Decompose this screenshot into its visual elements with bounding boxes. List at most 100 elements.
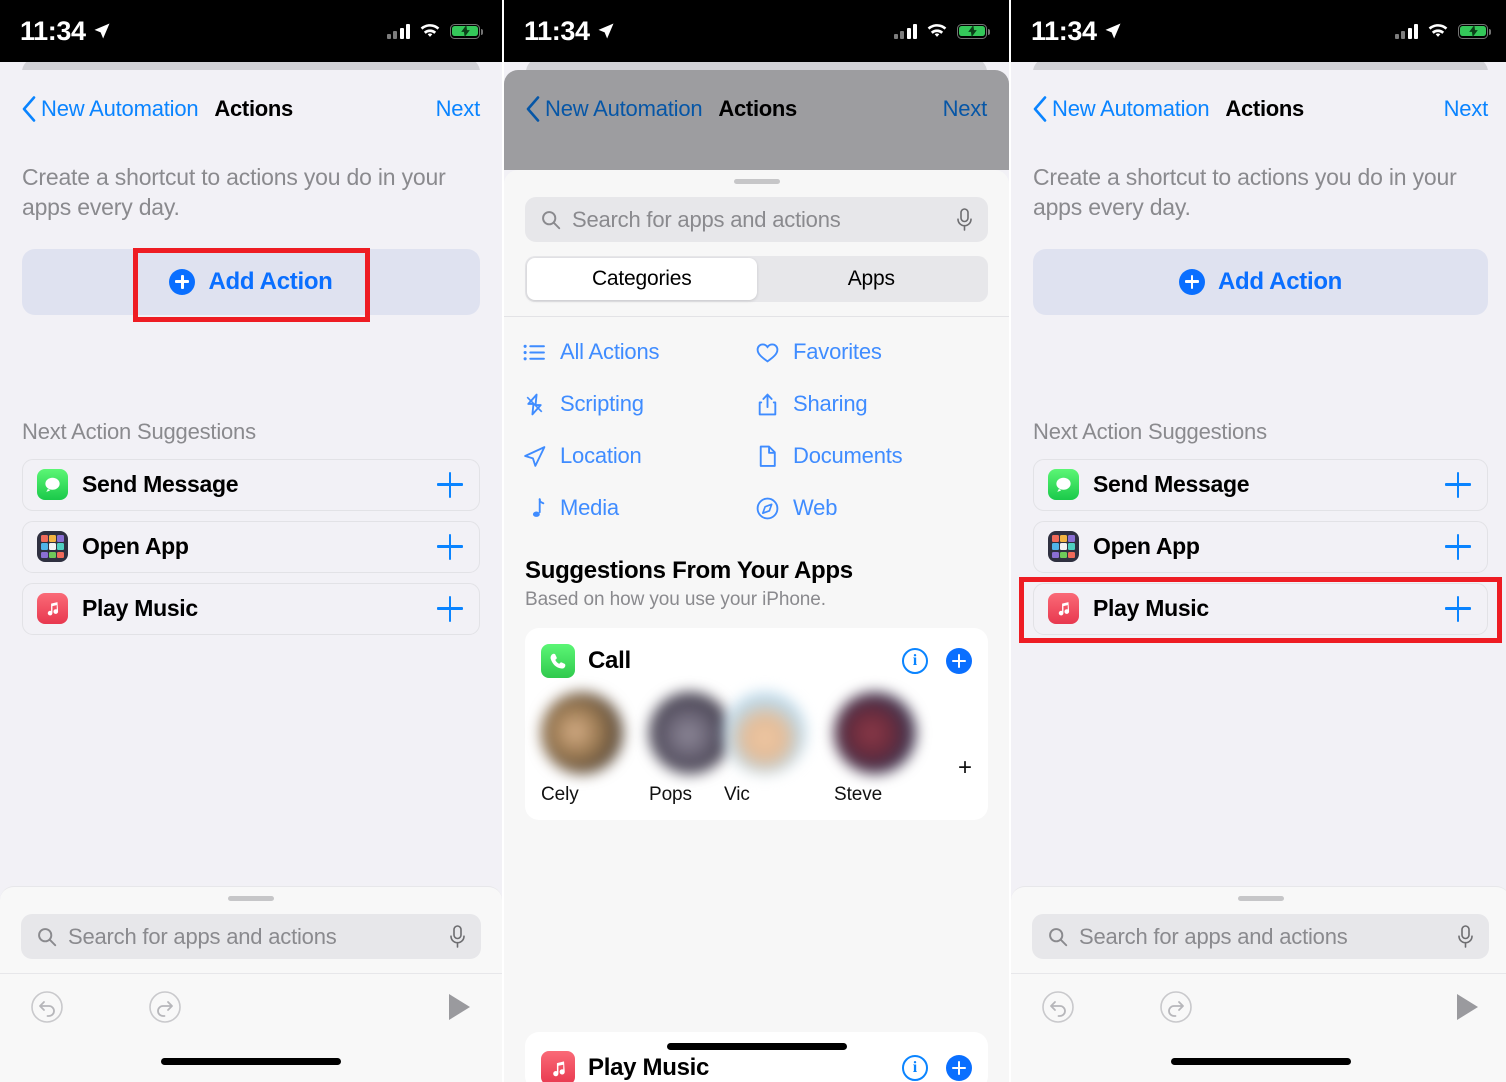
contact-name: Steve (834, 784, 883, 805)
category-media[interactable]: Media (522, 495, 755, 521)
contact-name: Pops (649, 784, 692, 805)
phone-screen-2: 11:34 New Automation Actions Next Search… (504, 0, 1009, 1082)
wifi-icon (927, 24, 947, 37)
next-button[interactable]: Next (436, 96, 481, 122)
status-bar-right (386, 23, 484, 39)
category-scripting[interactable]: Scripting (522, 391, 755, 417)
intro-text: Create a shortcut to actions you do in y… (22, 164, 446, 221)
list-item-label: Open App (1093, 533, 1200, 560)
panel1-body: Create a shortcut to actions you do in y… (0, 162, 502, 635)
tab-apps[interactable]: Apps (757, 258, 987, 300)
avatar (541, 692, 623, 774)
add-action-card-button[interactable] (946, 1055, 972, 1081)
cellular-signal-icon (1394, 23, 1418, 39)
nav-bar: New Automation Actions Next (1011, 70, 1506, 148)
contact-item[interactable]: Steve (834, 692, 916, 806)
add-action-button[interactable]: Add Action (1033, 248, 1488, 315)
add-action-label: Add Action (1217, 267, 1343, 295)
screenshot-series: 11:34 New Automation Actions Next Create… (0, 0, 1506, 1082)
play-icon[interactable] (1454, 992, 1480, 1022)
play-icon[interactable] (446, 992, 472, 1022)
category-favorites[interactable]: Favorites (755, 339, 988, 365)
category-label: Documents (793, 443, 903, 468)
category-sharing[interactable]: Sharing (755, 391, 988, 417)
redo-icon[interactable] (1159, 990, 1193, 1024)
add-suggestion-button[interactable] (437, 471, 463, 498)
microphone-icon[interactable] (1457, 924, 1474, 949)
tab-categories[interactable]: Categories (527, 258, 757, 300)
search-icon (38, 928, 57, 947)
action-picker-sheet: Search for apps and actions Categories A… (504, 170, 1009, 1082)
category-web[interactable]: Web (755, 495, 988, 521)
back-button[interactable]: New Automation (22, 96, 199, 122)
list-item[interactable]: Send Message (1033, 458, 1488, 511)
messages-app-icon (1048, 469, 1079, 501)
sheet-grabber[interactable] (228, 896, 274, 901)
add-action-button[interactable]: Add Action (22, 248, 480, 315)
category-label: Favorites (793, 339, 882, 364)
list-item[interactable]: Open App (22, 520, 480, 573)
add-suggestion-button[interactable] (437, 595, 463, 622)
status-time: 11:34 (1031, 15, 1097, 46)
category-documents[interactable]: Documents (755, 443, 988, 469)
sheet-grabber[interactable] (733, 179, 780, 184)
list-item[interactable]: Play Music (1033, 582, 1488, 635)
home-indicator (1170, 1058, 1351, 1065)
actions-sheet: New Automation Actions Next Create a sho… (0, 70, 502, 1082)
back-button[interactable]: New Automation (1033, 96, 1210, 122)
next-button[interactable]: Next (943, 96, 988, 122)
undo-icon[interactable] (30, 990, 64, 1024)
contact-item[interactable]: Cely (541, 692, 649, 806)
music-app-icon (37, 593, 68, 625)
list-item-label: Play Music (82, 595, 198, 622)
contact-item[interactable]: Vic (724, 692, 834, 806)
search-icon (542, 211, 561, 230)
add-suggestion-button[interactable] (1445, 595, 1471, 622)
list-item[interactable]: Play Music (22, 582, 480, 635)
microphone-icon[interactable] (449, 924, 466, 949)
wifi-icon (1428, 24, 1448, 37)
app-card-header: Call i (541, 644, 972, 678)
list-item-label: Send Message (82, 471, 239, 498)
list-item[interactable]: Send Message (22, 458, 480, 511)
add-action-card-button[interactable] (946, 648, 972, 674)
category-all-actions[interactable]: All Actions (522, 339, 755, 365)
next-button[interactable]: Next (1444, 96, 1489, 122)
category-location[interactable]: Location (522, 443, 755, 469)
add-suggestion-button[interactable] (1445, 471, 1471, 498)
search-input[interactable]: Search for apps and actions (525, 197, 988, 242)
peek-app-card[interactable]: Play Music i (525, 1032, 988, 1082)
add-suggestion-button[interactable] (1445, 533, 1471, 560)
avatar (724, 692, 806, 774)
sheet-grabber[interactable] (1237, 896, 1284, 901)
redo-icon[interactable] (148, 990, 182, 1024)
music-app-icon (1048, 593, 1079, 625)
bottom-search-sheet: Search for apps and actions (1011, 886, 1506, 1082)
scripting-icon (526, 393, 543, 415)
panel3-body: Create a shortcut to actions you do in y… (1011, 162, 1506, 635)
add-suggestion-button[interactable] (437, 533, 463, 560)
location-arrow-icon (1105, 23, 1121, 39)
editor-toolbar (0, 974, 502, 1040)
status-bar-left: 11:34 (1031, 15, 1122, 46)
more-contacts-button[interactable]: + (958, 754, 972, 782)
list-item[interactable]: Open App (1033, 520, 1488, 573)
search-input[interactable]: Search for apps and actions (1032, 914, 1489, 959)
intro-text: Create a shortcut to actions you do in y… (1033, 164, 1457, 221)
contact-item[interactable]: Pops (649, 692, 731, 806)
phone-screen-1: 11:34 New Automation Actions Next Create… (0, 0, 502, 1082)
page-title: Actions (1225, 96, 1304, 121)
info-button[interactable]: i (902, 648, 928, 674)
home-indicator (666, 1043, 847, 1050)
back-button[interactable]: New Automation (526, 96, 703, 122)
microphone-icon[interactable] (956, 207, 973, 232)
category-label: All Actions (560, 339, 660, 364)
plus-circle-icon (169, 268, 196, 295)
search-input[interactable]: Search for apps and actions (21, 914, 481, 959)
search-icon (1049, 928, 1068, 947)
status-bar-left: 11:34 (20, 17, 111, 45)
undo-icon[interactable] (1041, 990, 1075, 1024)
contact-name: Cely (541, 784, 579, 805)
add-action-label: Add Action (208, 267, 333, 295)
info-button[interactable]: i (902, 1055, 928, 1081)
